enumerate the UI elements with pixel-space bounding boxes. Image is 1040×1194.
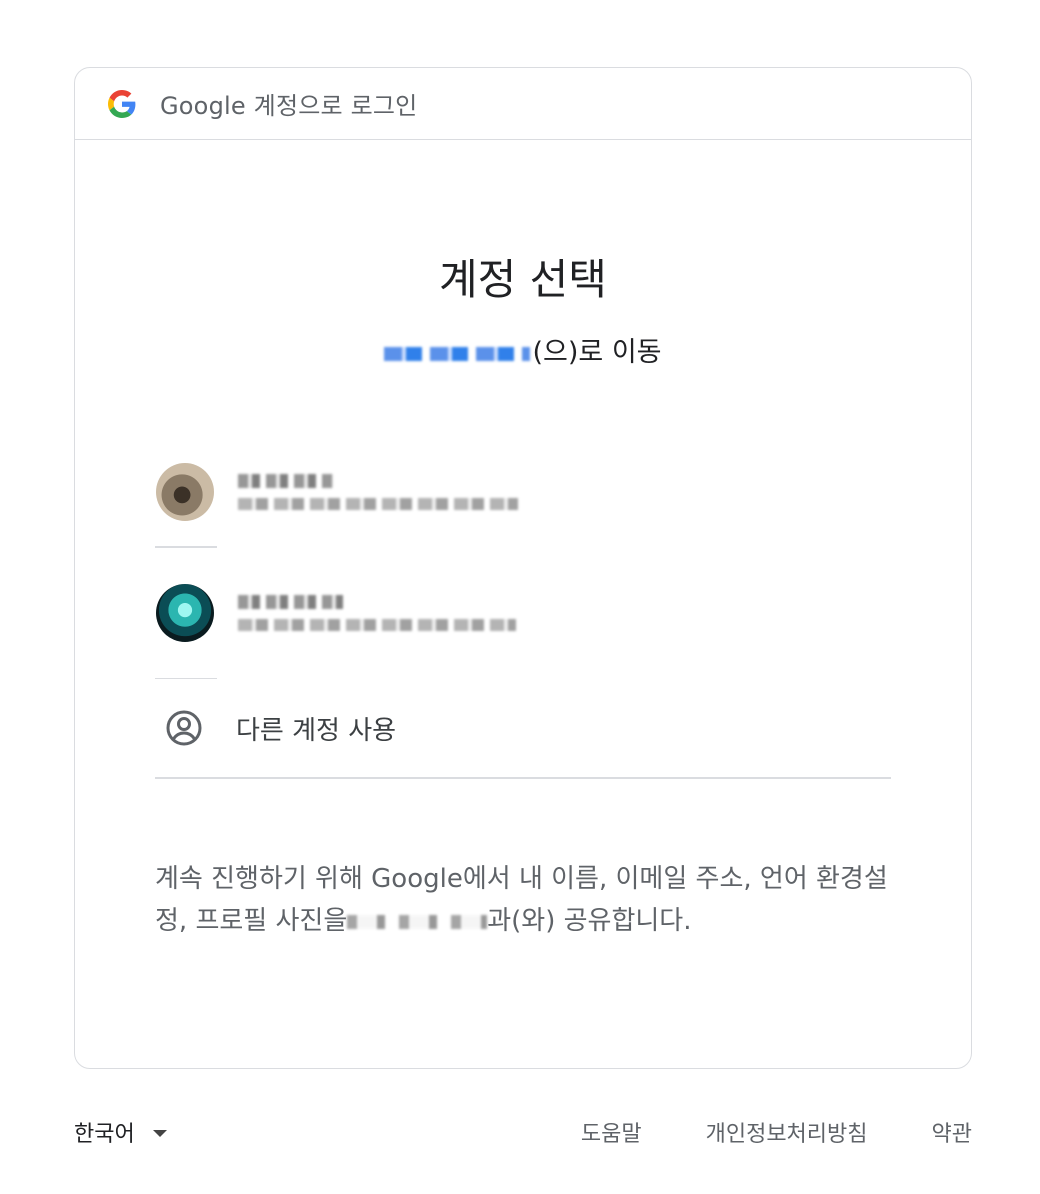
page-title: 계정 선택 [439, 255, 607, 304]
redacted-app-link[interactable] [384, 346, 531, 361]
redacted-app-name [347, 914, 488, 929]
account-text [238, 474, 518, 510]
privacy-link[interactable]: 개인정보처리방침 [706, 1116, 868, 1148]
google-logo-icon [108, 89, 136, 118]
header-title: Google 계정으로 로그인 [160, 92, 418, 120]
card-header: Google 계정으로 로그인 [75, 68, 971, 140]
footer-links: 도움말 개인정보처리방침 약관 [581, 1116, 972, 1148]
account-list: 다른 계정 사용 [155, 438, 891, 779]
redacted-account-name [238, 594, 343, 609]
account-item[interactable] [155, 548, 891, 678]
use-other-account-button[interactable]: 다른 계정 사용 [155, 679, 891, 777]
account-text [238, 594, 516, 631]
use-other-account-label: 다른 계정 사용 [236, 715, 397, 746]
avatar [156, 583, 214, 642]
language-label: 한국어 [74, 1122, 135, 1147]
avatar [156, 463, 214, 521]
subtitle: (으)로 이동 [75, 330, 971, 369]
divider [155, 777, 891, 779]
language-selector[interactable]: 한국어 [74, 1116, 167, 1148]
redacted-account-email [238, 618, 516, 631]
footer: 한국어 도움말 개인정보처리방침 약관 [74, 1110, 972, 1154]
account-item[interactable] [155, 438, 891, 546]
disclaimer-part2: 과(와) 공유합니다. [487, 906, 692, 936]
disclaimer-text: 계속 진행하기 위해 Google에서 내 이름, 이메일 주소, 언어 환경설… [155, 858, 891, 942]
terms-link[interactable]: 약관 [932, 1116, 972, 1148]
subtitle-suffix: (으)로 이동 [532, 337, 662, 368]
redacted-account-name [238, 474, 333, 488]
caret-down-icon [152, 1129, 167, 1137]
help-link[interactable]: 도움말 [581, 1116, 642, 1148]
redacted-account-email [238, 498, 518, 510]
account-circle-icon [166, 710, 202, 746]
sign-in-card: Google 계정으로 로그인 계정 선택 (으)로 이동 다른 계정 사용 계… [74, 67, 972, 1069]
